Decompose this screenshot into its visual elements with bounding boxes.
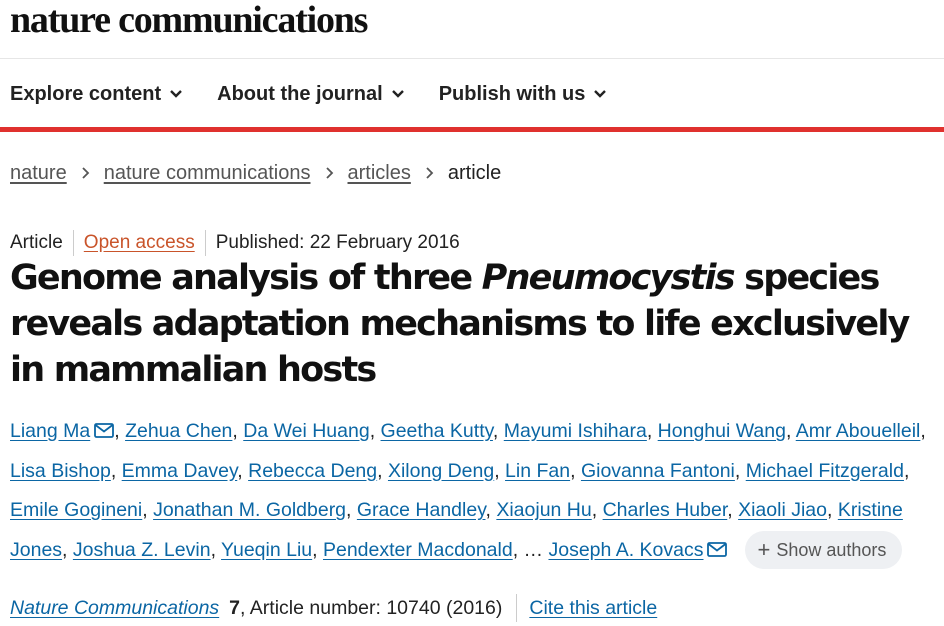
breadcrumb-current: article (447, 162, 502, 184)
nav-label: Explore content (10, 83, 162, 105)
chevron-right-icon (325, 166, 334, 180)
author-link[interactable]: Honghui Wang (658, 420, 786, 442)
breadcrumb-articles[interactable]: articles (348, 160, 411, 186)
author-link[interactable]: Jonathan M. Goldberg (153, 499, 346, 521)
citation-divider (516, 594, 518, 622)
header-divider (0, 58, 944, 59)
breadcrumb-nature[interactable]: nature (10, 160, 67, 186)
article-title: Genome analysis of three Pneumocystis sp… (10, 255, 940, 393)
author-link[interactable]: Lisa Bishop (10, 460, 111, 482)
author-link[interactable]: Emile Gogineni (10, 499, 142, 521)
breadcrumb-nature-communications[interactable]: nature communications (104, 160, 311, 186)
mail-icon[interactable] (94, 423, 115, 438)
show-authors-label: Show authors (776, 540, 887, 561)
show-authors-button[interactable]: + Show authors (745, 531, 903, 570)
article-number: , Article number: 10740 (2016) (240, 597, 503, 619)
nav-about-journal[interactable]: About the journal (217, 80, 405, 108)
author-link[interactable]: Michael Fitzgerald (746, 460, 904, 482)
author-link[interactable]: Pendexter Macdonald (323, 539, 513, 561)
author-link[interactable]: Joseph A. Kovacs (548, 539, 703, 561)
chevron-right-icon (81, 166, 90, 180)
author-link[interactable]: Emma Davey (122, 460, 238, 482)
nav-explore-content[interactable]: Explore content (10, 80, 183, 108)
published-date: Published: 22 February 2016 (215, 232, 460, 253)
cite-article-link[interactable]: Cite this article (529, 595, 657, 621)
chevron-right-icon (425, 166, 434, 180)
chevron-down-icon (170, 90, 182, 98)
author-link[interactable]: Rebecca Deng (248, 460, 377, 482)
journal-link[interactable]: Nature Communications (10, 595, 219, 621)
author-link[interactable]: Xiaojun Hu (496, 499, 591, 521)
meta-divider (72, 230, 74, 256)
volume-number: 7 (229, 597, 241, 619)
plus-icon: + (757, 537, 771, 563)
author-link[interactable]: Charles Huber (603, 499, 728, 521)
open-access-link[interactable]: Open access (84, 230, 195, 256)
nav-publish-with-us[interactable]: Publish with us (439, 80, 608, 108)
author-link[interactable]: Da Wei Huang (243, 420, 369, 442)
main-nav: Explore content About the journal Publis… (10, 80, 641, 108)
site-logo[interactable]: nature communications (10, 0, 368, 42)
article-meta: Article Open access Published: 22 Februa… (10, 230, 460, 256)
chevron-down-icon (594, 90, 607, 98)
nav-label: Publish with us (438, 83, 586, 105)
author-link[interactable]: Grace Handley (357, 499, 486, 521)
author-link[interactable]: Yueqin Liu (221, 539, 312, 561)
breadcrumb: nature nature communications articles ar… (10, 160, 501, 186)
article-type: Article (10, 232, 63, 253)
author-link[interactable]: Giovanna Fantoni (581, 460, 735, 482)
mail-icon[interactable] (707, 541, 728, 557)
citation-line: Nature Communications 7 , Article number… (10, 594, 657, 622)
authors-ellipsis: … (523, 538, 544, 561)
title-italic: Pneumocystis (481, 258, 736, 298)
author-link[interactable]: Mayumi Ishihara (504, 420, 647, 442)
author-link[interactable]: Xiaoli Jiao (738, 499, 827, 521)
author-link[interactable]: Zehua Chen (125, 420, 232, 442)
author-link[interactable]: Liang Ma (10, 420, 90, 442)
nav-label: About the journal (217, 83, 383, 105)
author-link[interactable]: Xilong Deng (388, 460, 494, 482)
meta-divider (204, 230, 206, 256)
title-part-1: Genome analysis of three (10, 258, 482, 298)
chevron-down-icon (391, 90, 404, 98)
author-link[interactable]: Joshua Z. Levin (73, 539, 211, 561)
author-link[interactable]: Amr Abouelleil (796, 420, 921, 442)
author-list: Liang Ma, Zehua Chen, Da Wei Huang, Geet… (10, 412, 940, 570)
author-link[interactable]: Geetha Kutty (381, 420, 493, 442)
accent-bar (0, 127, 944, 132)
author-link[interactable]: Lin Fan (505, 460, 570, 482)
